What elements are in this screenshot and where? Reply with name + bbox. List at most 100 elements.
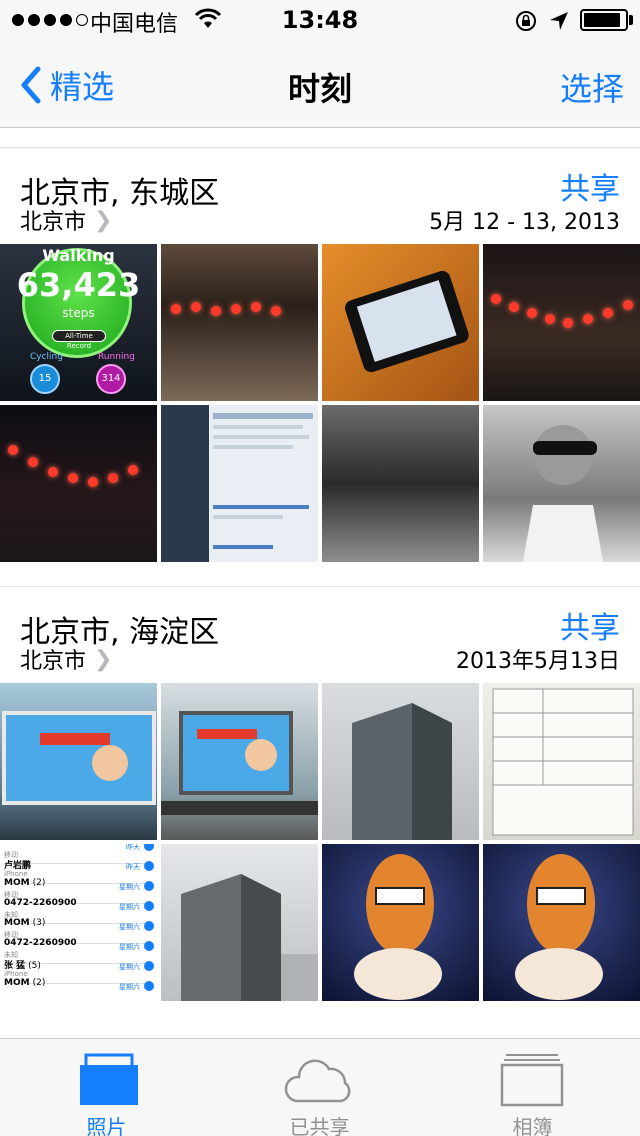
billboard-graphic [161, 711, 318, 815]
walking-unit: steps [62, 306, 95, 320]
photo-thumbnail[interactable] [0, 683, 157, 840]
contact-day: 星期六 [119, 903, 140, 911]
photo-thumbnail[interactable] [483, 683, 640, 840]
share-button[interactable]: 共享 [560, 164, 620, 208]
info-icon [144, 921, 154, 931]
chevron-right-icon: ❯ [94, 646, 113, 672]
photo-grid: Walking 63,423 steps All-Time Record Cyc… [0, 244, 640, 562]
info-icon [144, 981, 154, 991]
photo-thumbnail-walking[interactable]: Walking 63,423 steps All-Time Record Cyc… [0, 244, 157, 401]
cartoon-graphic [354, 854, 442, 1000]
photo-thumbnail[interactable] [322, 244, 479, 401]
location-arrow-icon [550, 12, 568, 30]
contact-row: MOM (2) 星期六 [4, 978, 154, 1001]
photos-icon [80, 1053, 138, 1105]
battery-cap [629, 15, 633, 25]
albums-icon [500, 1054, 564, 1107]
walking-label: Walking [42, 246, 115, 265]
screenshot-graphic [161, 405, 313, 562]
photo-thumbnail[interactable] [322, 844, 479, 1001]
tab-label: 相簿 [512, 1115, 553, 1136]
section-date: 5月 12 - 13, 2013 [429, 210, 620, 235]
contact-name: MOM [4, 918, 30, 928]
section-subtitle: 北京市 [20, 649, 87, 674]
moments-list[interactable]: 北京市, 东城区 共享 北京市 ❯ 5月 12 - 13, 2013 Walki… [0, 128, 640, 1038]
photo-thumbnail[interactable] [322, 405, 479, 562]
phone-in-hand-graphic [345, 270, 469, 373]
status-bar: 中国电信 13:48 [0, 0, 640, 40]
section-date: 2013年5月13日 [456, 649, 620, 674]
navigation-bar: 精选 时刻 选择 [0, 40, 640, 128]
contact-name: MOM [4, 978, 30, 988]
photo-thumbnail[interactable] [483, 244, 640, 401]
contact-day: 星期六 [119, 983, 140, 991]
contact-name: 0472-2260900 [4, 938, 77, 948]
info-icon [144, 861, 154, 871]
section-location[interactable]: 北京市 ❯ [20, 204, 112, 236]
section-gap [0, 562, 640, 586]
info-icon [144, 941, 154, 951]
contact-subtitle: iPhone [4, 870, 28, 878]
contact-day: 星期六 [119, 943, 140, 951]
contact-count: (2) [32, 978, 46, 988]
contact-count: (2) [32, 878, 46, 888]
tab-bar: 照片 已共享 相簿 [0, 1038, 640, 1136]
photo-thumbnail[interactable] [161, 244, 318, 401]
contact-day: 昨天 [126, 844, 140, 851]
photo-grid: 移动 昨天 卢岩鹏 iPhone 昨天 MOM (2) 移动 星期六 0472-2260900 未知… [0, 683, 640, 1001]
photo-thumbnail[interactable] [322, 683, 479, 840]
moment-section: 北京市, 海淀区 共享 北京市 ❯ 2013年5月13日 移动 昨天 卢岩鹏 i… [0, 587, 640, 1001]
photo-thumbnail-contacts[interactable]: 移动 昨天 卢岩鹏 iPhone 昨天 MOM (2) 移动 星期六 0472-2260900 未知… [0, 844, 157, 1001]
portrait-graphic [523, 425, 603, 562]
document-graphic [492, 688, 634, 836]
photo-thumbnail[interactable] [161, 844, 318, 1001]
contact-count: (5) [28, 961, 41, 971]
photo-thumbnail[interactable] [483, 405, 640, 562]
cycling-value: 15 [30, 364, 60, 394]
page-title: 时刻 [287, 70, 352, 108]
section-header[interactable]: 北京市, 东城区 共享 北京市 ❯ 5月 12 - 13, 2013 [0, 148, 640, 244]
rotation-lock-icon [516, 11, 536, 31]
cartoon-graphic [515, 854, 603, 1000]
contact-day: 星期六 [119, 923, 140, 931]
photo-thumbnail[interactable] [483, 844, 640, 1001]
tab-label: 已共享 [289, 1115, 350, 1136]
status-time: 13:48 [281, 6, 359, 34]
battery-icon [580, 9, 628, 31]
contact-name: 0472-2260900 [4, 898, 77, 908]
info-icon [144, 844, 154, 851]
photo-thumbnail[interactable] [161, 405, 318, 562]
contact-day: 星期六 [119, 963, 140, 971]
tab-label: 照片 [86, 1115, 127, 1136]
section-location[interactable]: 北京市 ❯ [20, 643, 112, 675]
cloud-icon [284, 1059, 351, 1103]
contact-day: 昨天 [126, 863, 140, 871]
building-graphic [181, 874, 318, 1001]
photo-thumbnail[interactable] [161, 683, 318, 840]
chevron-right-icon: ❯ [94, 207, 113, 233]
section-subtitle: 北京市 [20, 210, 87, 235]
moment-section: 北京市, 东城区 共享 北京市 ❯ 5月 12 - 13, 2013 Walki… [0, 148, 640, 562]
running-label: Running [98, 352, 135, 362]
info-icon [144, 901, 154, 911]
contact-name: MOM [4, 878, 30, 888]
walking-value: 63,423 [16, 266, 141, 304]
contact-day: 星期六 [119, 883, 140, 891]
cycling-label: Cycling [30, 352, 63, 362]
running-value: 314 [96, 364, 126, 394]
billboard-graphic [2, 711, 156, 805]
walking-badge: All-Time Record [52, 330, 106, 350]
tab-photos[interactable]: 照片 [0, 1039, 213, 1136]
tab-shared[interactable]: 已共享 [213, 1039, 426, 1136]
contact-subtitle: iPhone [4, 970, 28, 978]
select-button[interactable]: 选择 [560, 64, 624, 110]
photo-thumbnail[interactable] [0, 405, 157, 562]
contact-count: (3) [32, 918, 46, 928]
building-graphic [352, 703, 452, 840]
info-icon [144, 961, 154, 971]
info-icon [144, 881, 154, 891]
share-button[interactable]: 共享 [560, 603, 620, 647]
section-header[interactable]: 北京市, 海淀区 共享 北京市 ❯ 2013年5月13日 [0, 587, 640, 683]
tab-albums[interactable]: 相簿 [426, 1039, 639, 1136]
previous-section-peek [0, 128, 640, 148]
